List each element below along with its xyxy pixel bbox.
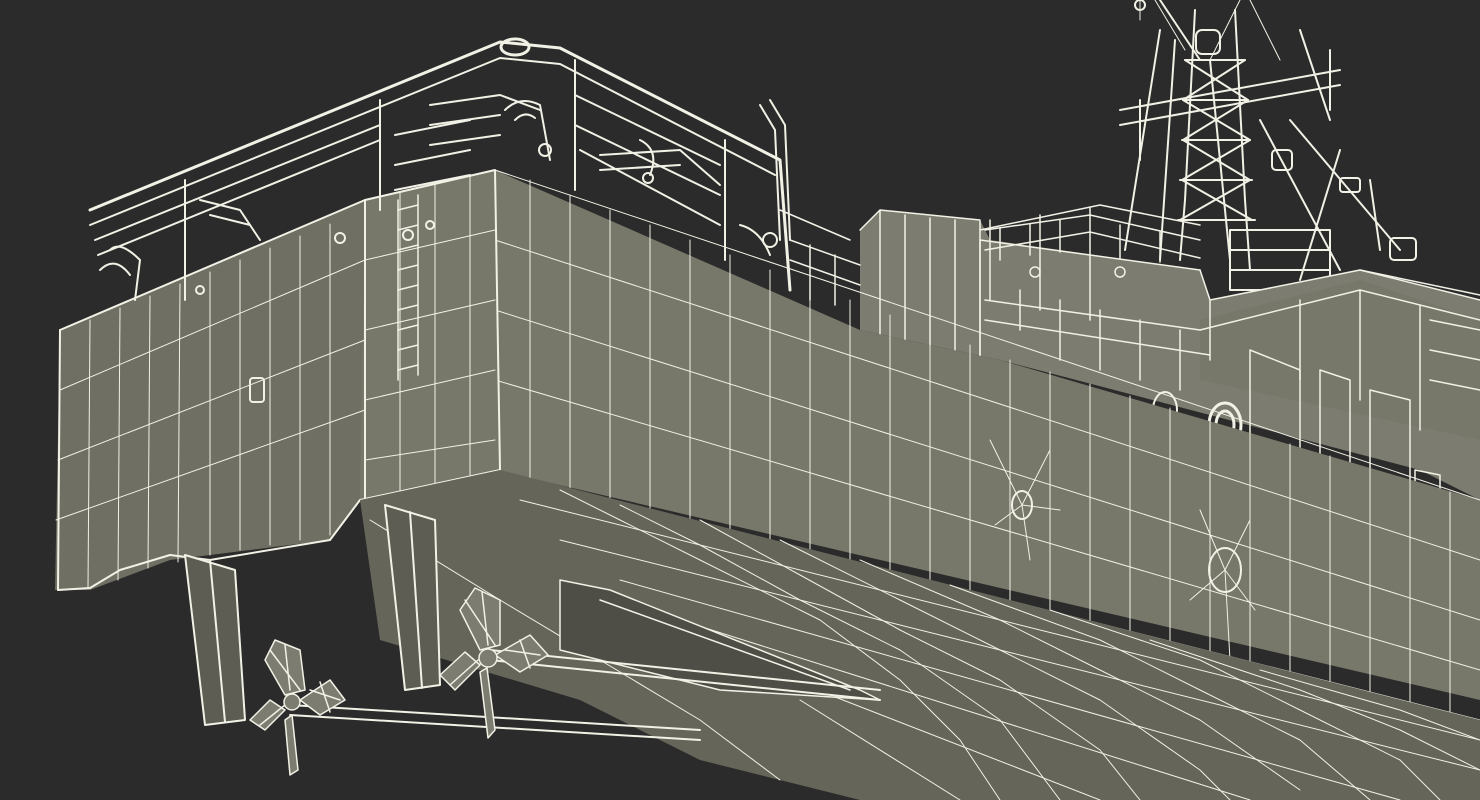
propeller-left bbox=[249, 639, 346, 776]
mast bbox=[1119, 0, 1417, 291]
midship-railing bbox=[779, 209, 861, 306]
render-viewport bbox=[0, 0, 1480, 800]
rudder-left bbox=[184, 554, 246, 726]
ship-wireframe bbox=[55, 0, 1480, 800]
